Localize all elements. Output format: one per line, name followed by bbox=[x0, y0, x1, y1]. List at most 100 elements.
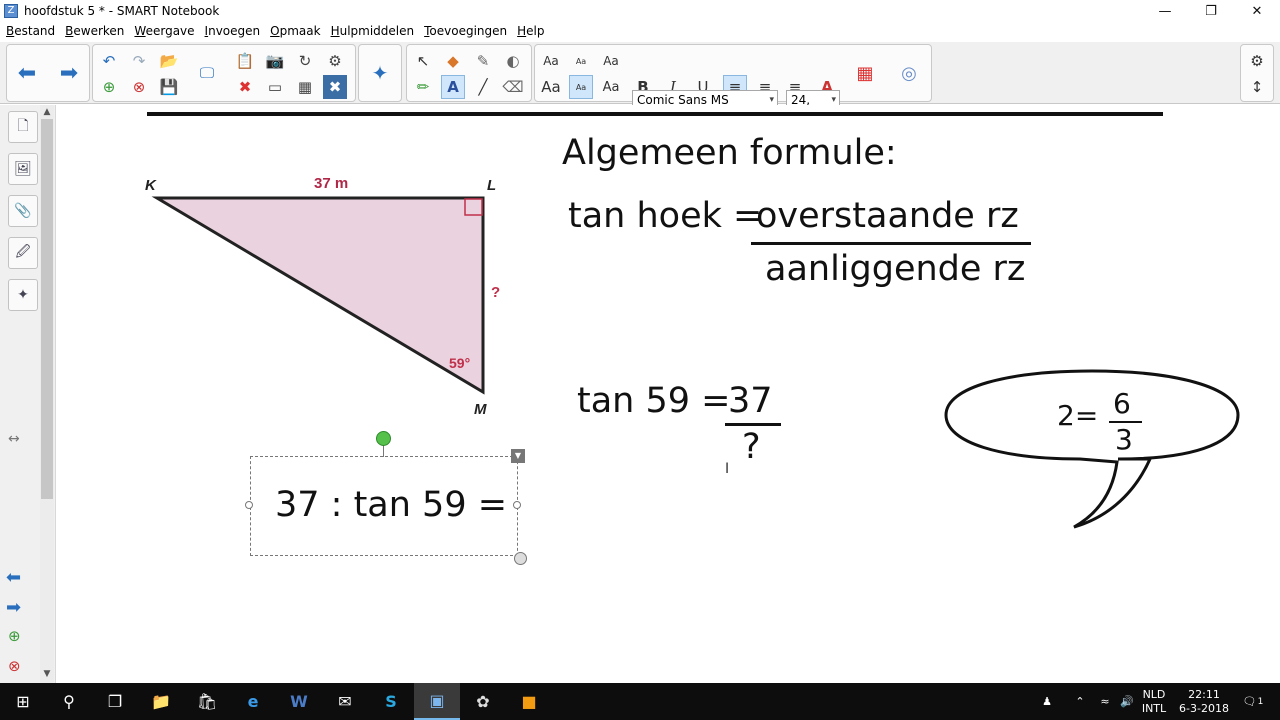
side-previous-page-icon[interactable]: ⬅ bbox=[6, 567, 21, 588]
properties-tab-icon[interactable]: 🖉 bbox=[8, 237, 38, 269]
equation-numerator[interactable]: 37 bbox=[728, 381, 773, 421]
textbox-text[interactable]: 37 : tan 59 = bbox=[275, 485, 507, 525]
color-palette-icon[interactable]: ▦ bbox=[853, 61, 877, 85]
screen-shade-icon[interactable]: ▭ bbox=[263, 75, 287, 99]
equation-denominator[interactable]: ? bbox=[742, 427, 761, 467]
bubble-numerator[interactable]: 6 bbox=[1113, 387, 1131, 420]
show-hidden-icons-icon[interactable]: ⌃ bbox=[1070, 683, 1090, 720]
text-style-5[interactable]: Aa bbox=[569, 75, 593, 99]
delete-icon[interactable]: ✖ bbox=[233, 75, 257, 99]
side-next-page-icon[interactable]: ➡ bbox=[6, 597, 21, 618]
menu-help[interactable]: Help bbox=[517, 24, 544, 38]
formula-numerator[interactable]: overstaande rz bbox=[756, 196, 1019, 236]
edge-browser-icon[interactable]: e bbox=[230, 683, 276, 720]
menu-opmaak[interactable]: Opmaak bbox=[270, 24, 320, 38]
restore-button[interactable]: ❐ bbox=[1188, 0, 1234, 22]
rotate-handle[interactable] bbox=[376, 431, 391, 446]
menu-invoegen[interactable]: Invoegen bbox=[205, 24, 261, 38]
formula-lhs[interactable]: tan hoek = bbox=[568, 196, 762, 236]
open-folder-icon[interactable]: 📂 bbox=[157, 49, 181, 73]
menu-bestand[interactable]: Bestand bbox=[6, 24, 55, 38]
add-ons-tab-icon[interactable]: ✦ bbox=[8, 279, 38, 311]
minimize-button[interactable]: — bbox=[1142, 0, 1188, 22]
next-page-icon[interactable]: ➡ bbox=[57, 61, 81, 86]
previous-page-icon[interactable]: ⬅ bbox=[15, 61, 39, 86]
skype-icon[interactable]: S bbox=[368, 683, 414, 720]
gear-icon[interactable]: ⚙ bbox=[1245, 49, 1269, 73]
text-style-6[interactable]: Aa bbox=[599, 75, 623, 99]
vertex-k-label: K bbox=[145, 177, 157, 194]
app-taskbar-icon[interactable]: ✿ bbox=[460, 683, 506, 720]
menu-weergave[interactable]: Weergave bbox=[134, 24, 194, 38]
menu-hulpmiddelen[interactable]: Hulpmiddelen bbox=[331, 24, 415, 38]
side-panel: 🗋 🖼 📎 🖉 ✦ ↔ ⬅ ➡ ⊕ ⊗ ▲ ▼ bbox=[0, 105, 56, 683]
clock[interactable]: 22:11 6-3-2018 bbox=[1174, 683, 1234, 720]
side-add-page-icon[interactable]: ⊕ bbox=[8, 627, 21, 645]
volume-icon[interactable]: 🔊 bbox=[1116, 683, 1138, 720]
move-toolbar-icon[interactable]: ↕ bbox=[1245, 75, 1269, 99]
resize-panel-icon[interactable]: ↔ bbox=[8, 431, 20, 447]
bubble-lhs[interactable]: 2= bbox=[1057, 399, 1098, 432]
shapes-icon[interactable]: ◆ bbox=[441, 49, 465, 73]
text-style-1[interactable]: Aa bbox=[539, 49, 563, 73]
magic-pen-icon[interactable]: ✎ bbox=[471, 49, 495, 73]
people-icon[interactable]: ♟ bbox=[1036, 683, 1058, 720]
resize-handle-corner[interactable] bbox=[514, 552, 527, 565]
clear-page-icon[interactable]: ↻ bbox=[293, 49, 317, 73]
text-tool-icon[interactable]: A bbox=[441, 75, 465, 99]
equation-lhs[interactable]: tan 59 = bbox=[577, 381, 730, 421]
speech-bubble-shape bbox=[944, 369, 1240, 529]
resize-handle-left[interactable] bbox=[245, 501, 253, 509]
paste-icon[interactable]: 📋 bbox=[233, 49, 257, 73]
formula-heading[interactable]: Algemeen formule: bbox=[562, 133, 897, 173]
text-style-4[interactable]: Aa bbox=[539, 75, 563, 99]
attachments-tab-icon[interactable]: 📎 bbox=[8, 195, 38, 227]
whiteboard-canvas[interactable]: K L M 37 m ? 59° Algemeen formule: tan h… bbox=[57, 105, 1280, 683]
search-icon[interactable]: ⚲ bbox=[46, 683, 92, 720]
input-language[interactable]: NLD INTL bbox=[1138, 683, 1170, 720]
table-icon[interactable]: ▦ bbox=[293, 75, 317, 99]
resize-handle-right[interactable] bbox=[513, 501, 521, 509]
task-view-icon[interactable]: ❐ bbox=[92, 683, 138, 720]
document-camera-icon[interactable]: ⚙ bbox=[323, 49, 347, 73]
line-tool-icon[interactable]: ╱ bbox=[471, 75, 495, 99]
wifi-icon[interactable]: ≈ bbox=[1094, 683, 1116, 720]
windows-start-icon[interactable]: ⊞ bbox=[0, 683, 46, 720]
triangle-diagram[interactable]: K L M 37 m ? 59° bbox=[137, 165, 517, 425]
formula-denominator[interactable]: aanliggende rz bbox=[765, 249, 1025, 289]
fill-icon[interactable]: ◐ bbox=[501, 49, 525, 73]
presentation-taskbar-icon[interactable]: ■ bbox=[506, 683, 552, 720]
bubble-denominator[interactable]: 3 bbox=[1115, 423, 1133, 456]
undo-icon[interactable]: ↶ bbox=[97, 49, 121, 73]
page-sorter-tab-icon[interactable]: 🗋 bbox=[8, 111, 38, 143]
notification-center-icon[interactable]: 🗨 1 bbox=[1238, 683, 1268, 720]
close-button[interactable]: ✕ bbox=[1234, 0, 1280, 22]
menu-bewerken[interactable]: Bewerken bbox=[65, 24, 124, 38]
redo-icon[interactable]: ↷ bbox=[127, 49, 151, 73]
text-style-3[interactable]: Aa bbox=[599, 49, 623, 73]
add-page-icon[interactable]: ⊕ bbox=[97, 75, 121, 99]
textbox-menu-icon[interactable]: ▼ bbox=[511, 449, 525, 463]
full-screen-icon[interactable]: ✖ bbox=[323, 75, 347, 99]
text-style-2[interactable]: Aa bbox=[569, 49, 593, 73]
file-explorer-icon[interactable]: 📁 bbox=[138, 683, 184, 720]
add-ons-puzzle-icon[interactable]: ✦ bbox=[368, 61, 392, 85]
menu-toevoegingen[interactable]: Toevoegingen bbox=[424, 24, 507, 38]
store-icon[interactable]: 🛍 bbox=[184, 683, 230, 720]
transparency-icon[interactable]: ◎ bbox=[897, 61, 921, 85]
side-scrollbar[interactable]: ▲ ▼ bbox=[40, 105, 54, 683]
mail-icon[interactable]: ✉ bbox=[322, 683, 368, 720]
screen-capture-icon[interactable]: 📷 bbox=[263, 49, 287, 73]
display-screen-icon[interactable]: 🖵 bbox=[195, 61, 219, 85]
select-pointer-icon[interactable]: ↖ bbox=[411, 49, 435, 73]
side-delete-page-icon[interactable]: ⊗ bbox=[8, 657, 21, 675]
eraser-icon[interactable]: ⌫ bbox=[501, 75, 525, 99]
save-icon[interactable]: 💾 bbox=[157, 75, 181, 99]
speech-bubble[interactable] bbox=[942, 367, 1244, 533]
gallery-tab-icon[interactable]: 🖼 bbox=[8, 153, 38, 185]
selected-textbox[interactable]: 37 : tan 59 = bbox=[250, 456, 518, 556]
pens-icon[interactable]: ✏ bbox=[411, 75, 435, 99]
smart-notebook-taskbar-icon[interactable]: ▣ bbox=[414, 683, 460, 720]
word-icon[interactable]: W bbox=[276, 683, 322, 720]
delete-page-icon[interactable]: ⊗ bbox=[127, 75, 151, 99]
